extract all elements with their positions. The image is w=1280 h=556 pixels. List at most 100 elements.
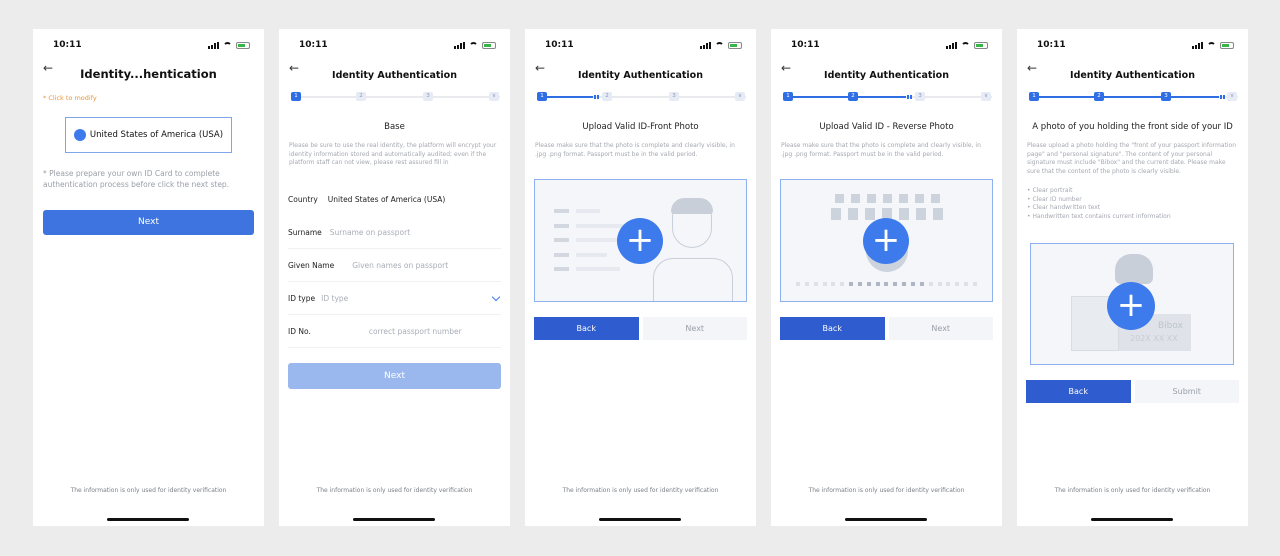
home-indicator	[599, 518, 681, 521]
screen-upload-reverse: 10:11 ← Identity Authentication 1 2 3 ∨ …	[771, 29, 1002, 526]
signal-icon	[208, 41, 219, 49]
next-button-disabled[interactable]: Next	[288, 363, 501, 389]
page-title: Identity...hentication	[80, 67, 217, 81]
battery-icon	[974, 41, 988, 49]
prepare-notice: * Please prepare your own ID Card to com…	[43, 169, 230, 189]
chevron-down-icon[interactable]	[491, 292, 501, 302]
submit-button[interactable]: Submit	[1134, 380, 1239, 403]
country-value: United States of America (USA)	[327, 195, 446, 204]
back-arrow-icon[interactable]: ←	[289, 61, 299, 75]
step-2: 2	[1094, 92, 1104, 101]
add-photo-plus-icon[interactable]: +	[617, 218, 663, 264]
country-selector[interactable]: United States of America (USA)	[65, 117, 232, 153]
section-title: Upload Valid ID - Reverse Photo	[819, 122, 954, 132]
progress-stepper: 1 2 3 ∨	[537, 92, 746, 102]
section-title: A photo of you holding the front side of…	[1032, 122, 1233, 132]
back-button[interactable]: Back	[534, 317, 639, 340]
surname-input[interactable]: Surname on passport	[330, 228, 410, 237]
section-description: Please make sure that the photo is compl…	[781, 142, 981, 158]
status-time: 10:11	[53, 40, 82, 50]
battery-icon	[236, 41, 250, 49]
screen-upload-selfie: 10:11 ← Identity Authentication 1 2 3 ∨ …	[1017, 29, 1248, 526]
next-button[interactable]: Next	[888, 317, 993, 340]
requirement-item: • Clear ID number	[1027, 195, 1082, 203]
step-1: 1	[537, 92, 547, 101]
footer-note: The information is only used for identit…	[316, 487, 473, 494]
field-label: Surname	[288, 227, 322, 237]
id-type-select[interactable]: ID type	[321, 294, 348, 303]
id-number-input[interactable]: correct passport number	[369, 327, 462, 336]
battery-icon	[728, 41, 742, 49]
step-final-check-icon: ∨	[489, 92, 499, 101]
sign-date-text: 202X XX XX	[1130, 334, 1178, 343]
next-button[interactable]: Next	[43, 210, 254, 235]
home-indicator	[1091, 518, 1173, 521]
home-indicator	[845, 518, 927, 521]
mrz-dots	[796, 282, 977, 286]
id-type-row[interactable]: ID type ID type	[288, 282, 501, 315]
step-1: 1	[1029, 92, 1039, 101]
footer-note: The information is only used for identit…	[562, 487, 719, 494]
footer-note: The information is only used for identit…	[70, 487, 227, 494]
step-final-check-icon: ∨	[981, 92, 991, 101]
nav-header: ← Identity Authentication	[525, 61, 756, 81]
add-photo-plus-icon[interactable]: +	[1107, 282, 1155, 330]
battery-icon	[482, 41, 496, 49]
step-3: 3	[669, 92, 679, 101]
status-bar: 10:11	[299, 38, 496, 52]
footer-note: The information is only used for identit…	[808, 487, 965, 494]
status-bar: 10:11	[1037, 38, 1234, 52]
upload-selfie-area[interactable]: Bibox 202X XX XX +	[1030, 243, 1234, 365]
section-description: Please upload a photo holding the "front…	[1027, 142, 1237, 175]
status-time: 10:11	[545, 40, 574, 50]
surname-row[interactable]: Surname Surname on passport	[288, 216, 501, 249]
status-bar: 10:11	[53, 38, 250, 52]
screen-select-country: 10:11 ← Identity...hentication * Click t…	[33, 29, 264, 526]
signal-icon	[946, 41, 957, 49]
back-button[interactable]: Back	[780, 317, 885, 340]
screen-upload-front: 10:11 ← Identity Authentication 1 2 3 ∨ …	[525, 29, 756, 526]
click-to-modify-hint: * Click to modify	[43, 94, 97, 102]
step-1: 1	[783, 92, 793, 101]
home-indicator	[107, 518, 189, 521]
country-value: United States of America (USA)	[89, 130, 224, 140]
action-buttons: Back Next	[534, 317, 747, 340]
wifi-icon	[469, 41, 478, 49]
wifi-icon	[961, 41, 970, 49]
field-label: Given Name	[288, 260, 335, 270]
action-buttons: Back Submit	[1026, 380, 1239, 403]
signal-icon	[700, 41, 711, 49]
globe-icon	[73, 129, 86, 141]
requirements-list: • Clear portrait • Clear ID number • Cle…	[1027, 187, 1238, 221]
progress-stepper: 1 2 3 ∨	[783, 92, 992, 102]
upload-reverse-photo-area[interactable]: +	[780, 179, 993, 302]
action-buttons: Back Next	[780, 317, 993, 340]
given-name-input[interactable]: Given names on passport	[352, 261, 448, 270]
page-title: Identity Authentication	[824, 70, 949, 81]
nav-header: ← Identity Authentication	[1017, 61, 1248, 81]
id-number-row[interactable]: ID No. correct passport number	[288, 315, 501, 348]
back-arrow-icon[interactable]: ←	[1027, 61, 1037, 75]
step-2: 2	[602, 92, 612, 101]
next-button[interactable]: Next	[642, 317, 747, 340]
person-illustration-icon	[653, 198, 733, 301]
status-bar: 10:11	[791, 38, 988, 52]
add-photo-plus-icon[interactable]: +	[863, 218, 909, 264]
page-title: Identity Authentication	[578, 70, 703, 81]
step-3: 3	[915, 92, 925, 101]
back-arrow-icon[interactable]: ←	[535, 61, 545, 75]
back-button[interactable]: Back	[1026, 380, 1131, 403]
back-arrow-icon[interactable]: ←	[43, 61, 53, 75]
section-title: Base	[384, 122, 405, 132]
requirement-item: • Clear portrait	[1027, 187, 1073, 194]
battery-icon	[1220, 41, 1234, 49]
field-label: ID type	[288, 293, 316, 303]
step-2: 2	[848, 92, 858, 101]
wifi-icon	[1207, 41, 1216, 49]
requirement-item: • Clear handwritten text	[1027, 204, 1101, 211]
given-name-row[interactable]: Given Name Given names on passport	[288, 249, 501, 282]
status-time: 10:11	[791, 40, 820, 50]
progress-stepper: 1 2 3 ∨	[291, 92, 500, 102]
upload-front-photo-area[interactable]: +	[534, 179, 747, 302]
back-arrow-icon[interactable]: ←	[781, 61, 791, 75]
